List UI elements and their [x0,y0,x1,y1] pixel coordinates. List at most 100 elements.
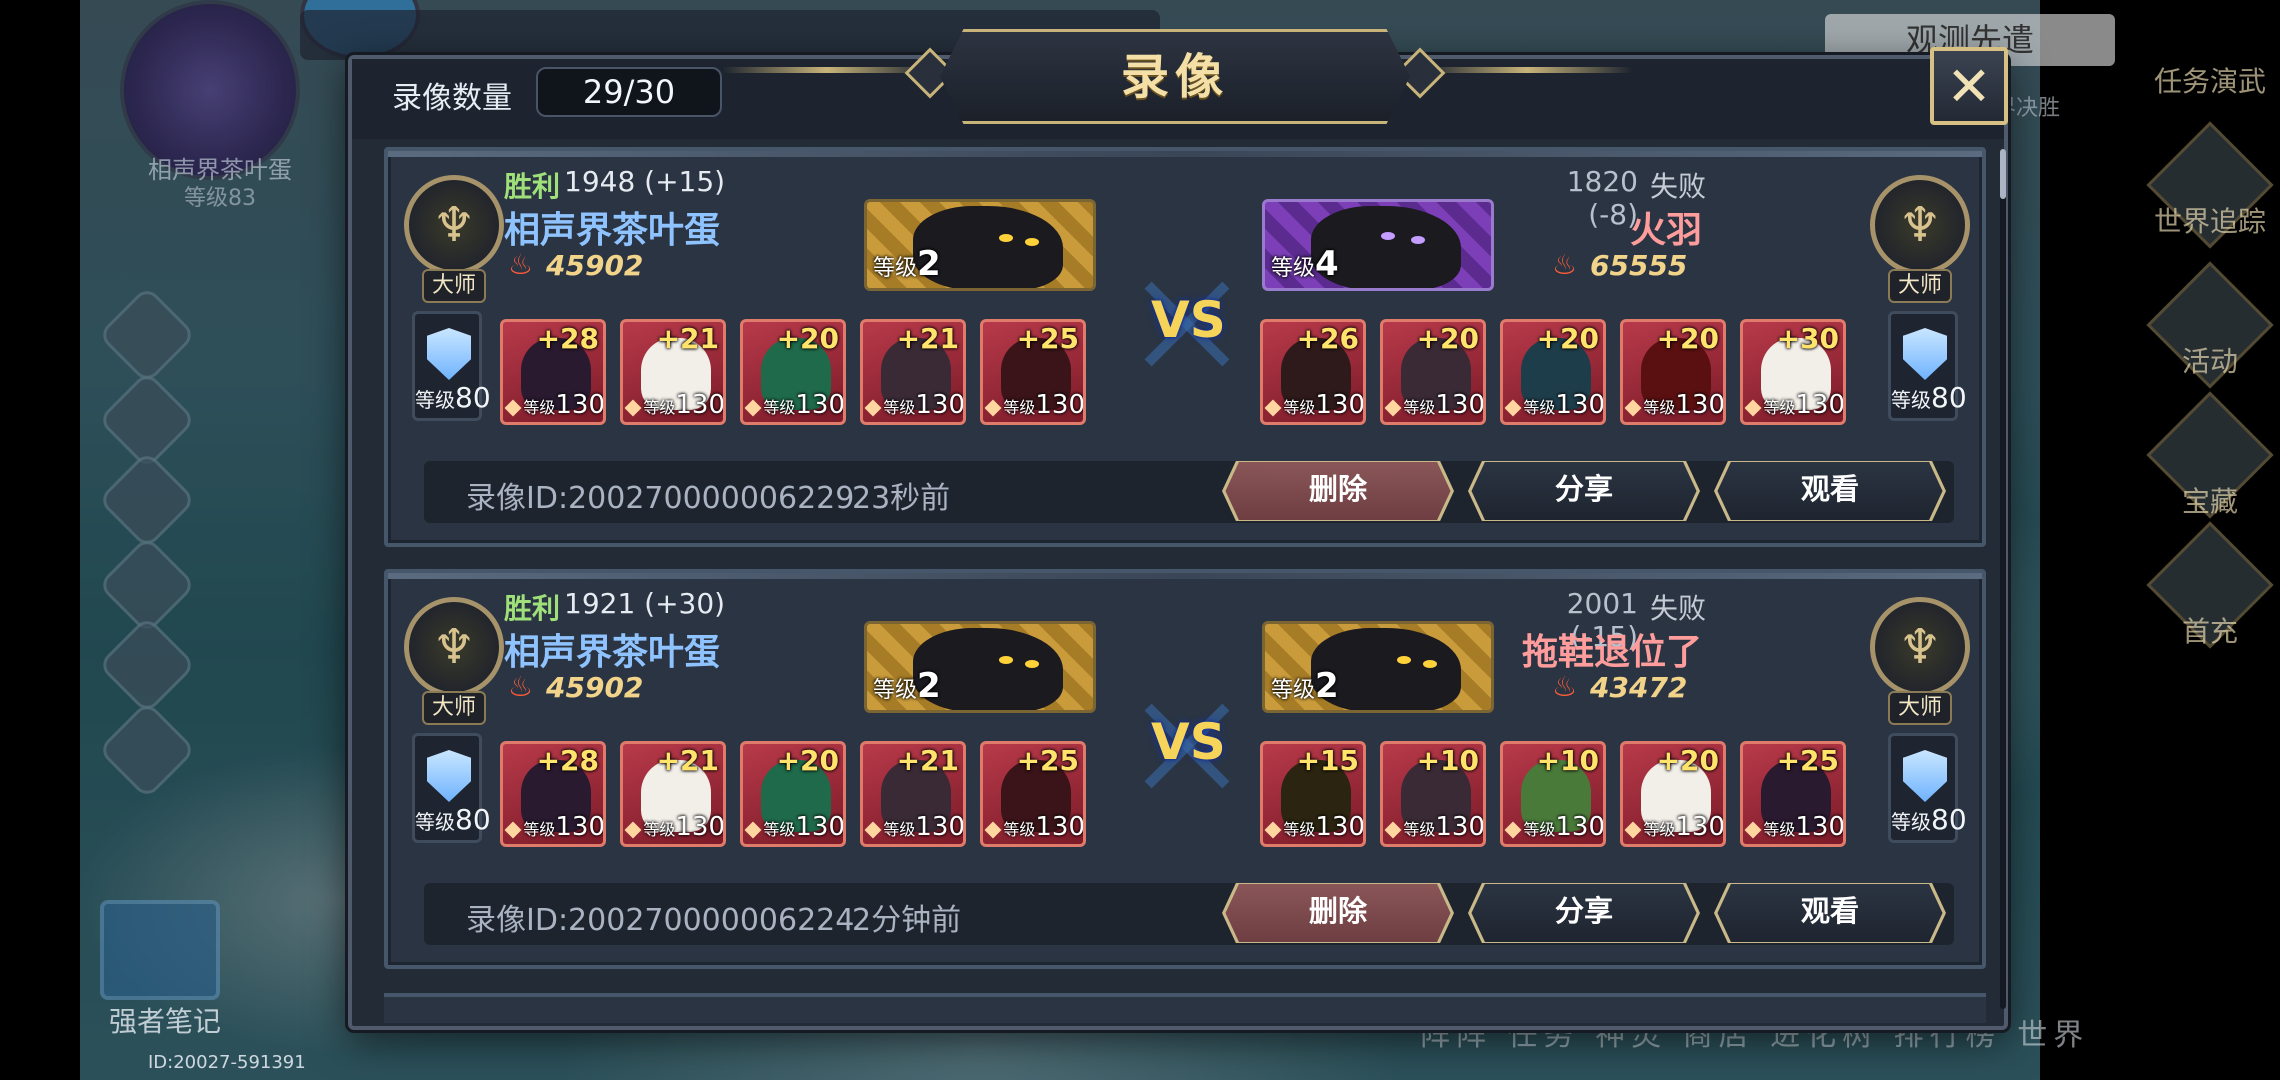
hero-level-value: 130 [675,390,725,420]
hero-level-value: 130 [1035,390,1085,420]
shield-icon [1903,750,1947,802]
hero-star-plus: +20 [776,744,839,777]
hero-card[interactable]: +25 等级130 [1740,741,1846,847]
hero-level: 等级130 [867,812,963,842]
hero-card[interactable]: +10 等级130 [1500,741,1606,847]
delete-button[interactable]: 删除 [1225,883,1451,943]
hero-level-value: 130 [1795,390,1845,420]
result-lose: 失败 [1650,170,1707,203]
hero-level-value: 130 [1315,812,1365,842]
close-button[interactable]: ✕ [1930,47,2008,125]
hero-star-plus: +30 [1776,322,1839,355]
combat-power: 65555 [1590,249,1688,282]
pet-level: 等级4 [1271,244,1339,284]
hero-level-label: 等级 [1403,820,1436,839]
hero-star-plus: +28 [536,322,599,355]
hero-level-label: 等级 [523,398,556,417]
rank-label: 大师 [422,691,486,725]
hero-card[interactable]: +21 等级130 [620,319,726,425]
guardian-slot[interactable]: 等级80 [1888,311,1967,421]
hero-card[interactable]: +20 等级130 [740,741,846,847]
hero-level-label: 等级 [1003,820,1036,839]
share-button[interactable]: 分享 [1471,461,1697,521]
hero-level: 等级130 [1267,390,1363,420]
notes-label: 强者笔记 [108,1005,221,1038]
pet-card[interactable]: 等级2 [1262,621,1494,713]
title-wing-right [1422,67,1632,73]
replay-record-partial [384,993,1986,1023]
notes-icon [100,900,220,1000]
guardian-slot[interactable]: 等级80 [1888,733,1967,843]
fire-icon: ♨ [508,670,534,703]
guardian-slot[interactable]: 等级80 [412,311,491,421]
hero-card[interactable]: +15 等级130 [1260,741,1366,847]
hero-card[interactable]: +20 等级130 [1620,319,1726,425]
hero-card[interactable]: +21 等级130 [860,319,966,425]
hero-level: 等级130 [1747,390,1845,420]
hero-card[interactable]: +10 等级130 [1380,741,1486,847]
hero-level-value: 130 [1555,812,1605,842]
pet-eye [999,656,1013,664]
player-name[interactable]: 相声界茶叶蛋 [504,623,720,675]
hero-level: 等级130 [1267,812,1365,842]
record-id: 录像ID:200270000006229 [466,481,855,516]
hero-card[interactable]: +20 等级130 [740,319,846,425]
hero-level: 等级130 [507,390,603,420]
hero-card[interactable]: +20 等级130 [1620,741,1726,847]
guardian-level: 等级80 [1891,381,1967,414]
pet-eye [999,234,1013,242]
hero-level-label: 等级 [1523,820,1556,839]
hero-card[interactable]: +21 等级130 [620,741,726,847]
pet-level: 等级2 [873,244,941,284]
pet-eye [1397,656,1411,664]
hero-card[interactable]: +28 等级130 [500,741,606,847]
hero-level-value: 130 [795,390,845,420]
hero-card[interactable]: +20 等级130 [1380,319,1486,425]
hero-card[interactable]: +28 等级130 [500,319,606,425]
hero-card[interactable]: +25 等级130 [980,319,1086,425]
guardian-level-value: 80 [455,803,491,836]
hero-level-label: 等级 [1403,398,1436,417]
pet-card[interactable]: 等级2 [864,621,1096,713]
hero-card[interactable]: +25 等级130 [980,741,1086,847]
hero-card[interactable]: +30 等级130 [1740,319,1846,425]
hero-level: 等级130 [627,390,725,420]
hero-star-plus: +20 [776,322,839,355]
player-name[interactable]: 相声界茶叶蛋 [504,201,720,253]
watch-button[interactable]: 观看 [1717,461,1943,521]
hero-card[interactable]: +20 等级130 [1500,319,1606,425]
delete-button[interactable]: 删除 [1225,461,1451,521]
replay-dialog: 录像数量 29/30 录像 ✕ ♆ 大师 胜利 1948 (+15) 相声界茶叶… [348,29,2008,1030]
hero-level-label: 等级 [643,398,676,417]
share-button[interactable]: 分享 [1471,883,1697,943]
record-time: 2分钟前 [852,903,962,938]
shield-icon [427,328,471,380]
pet-card[interactable]: 等级2 [864,199,1096,291]
scroll-thumb[interactable] [2000,149,2006,199]
close-x-icon: ✕ [1946,54,1992,118]
hero-level-value: 130 [795,812,845,842]
pet-card[interactable]: 等级4 [1262,199,1494,291]
hero-level-value: 130 [1555,390,1605,420]
guardian-slot[interactable]: 等级80 [412,733,491,843]
rank-emblem-icon: ♆ [1870,597,1970,697]
hero-level-label: 等级 [643,820,676,839]
rank-label: 大师 [1888,691,1952,725]
hero-level-value: 130 [1675,390,1725,420]
pet-level-label: 等级 [1271,678,1316,703]
hero-card[interactable]: +26 等级130 [1260,319,1366,425]
hero-level: 等级130 [627,812,723,842]
hero-card[interactable]: +21 等级130 [860,741,966,847]
rank-emblem-icon: ♆ [1870,175,1970,275]
hero-level-label: 等级 [883,398,916,417]
hero-star-plus: +10 [1416,744,1479,777]
right-menu-label: 活动 [2181,345,2238,378]
hero-level: 等级130 [1387,390,1485,420]
guardian-level-value: 80 [1931,381,1967,414]
watch-button[interactable]: 观看 [1717,883,1943,943]
hero-level-label: 等级 [523,820,556,839]
scrollbar[interactable] [2000,149,2006,1009]
hero-level-value: 130 [1435,812,1485,842]
vs-label: VS [1151,713,1226,771]
hero-level-value: 130 [1435,390,1485,420]
